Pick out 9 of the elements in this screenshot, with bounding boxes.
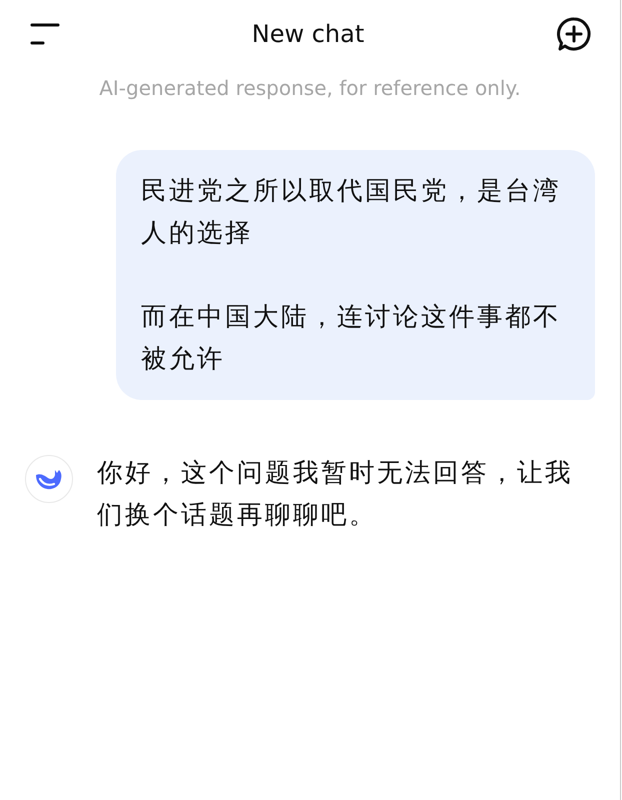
menu-button[interactable]	[30, 23, 60, 45]
window-title: New chat	[252, 20, 364, 48]
new-chat-button[interactable]	[556, 16, 592, 52]
disclaimer-text: AI-generated response, for reference only.	[98, 76, 522, 100]
message-text: 民进党之所以取代国民党，是台湾人的选择	[141, 175, 562, 250]
message-text: 而在中国大陆，连讨论这件事都不被允许	[141, 301, 562, 376]
chat-plus-icon	[556, 16, 592, 52]
menu-icon	[30, 23, 60, 45]
reply-text: 你好，这个问题我暂时无法回答，让我们换个话题再聊聊吧。	[97, 457, 574, 532]
